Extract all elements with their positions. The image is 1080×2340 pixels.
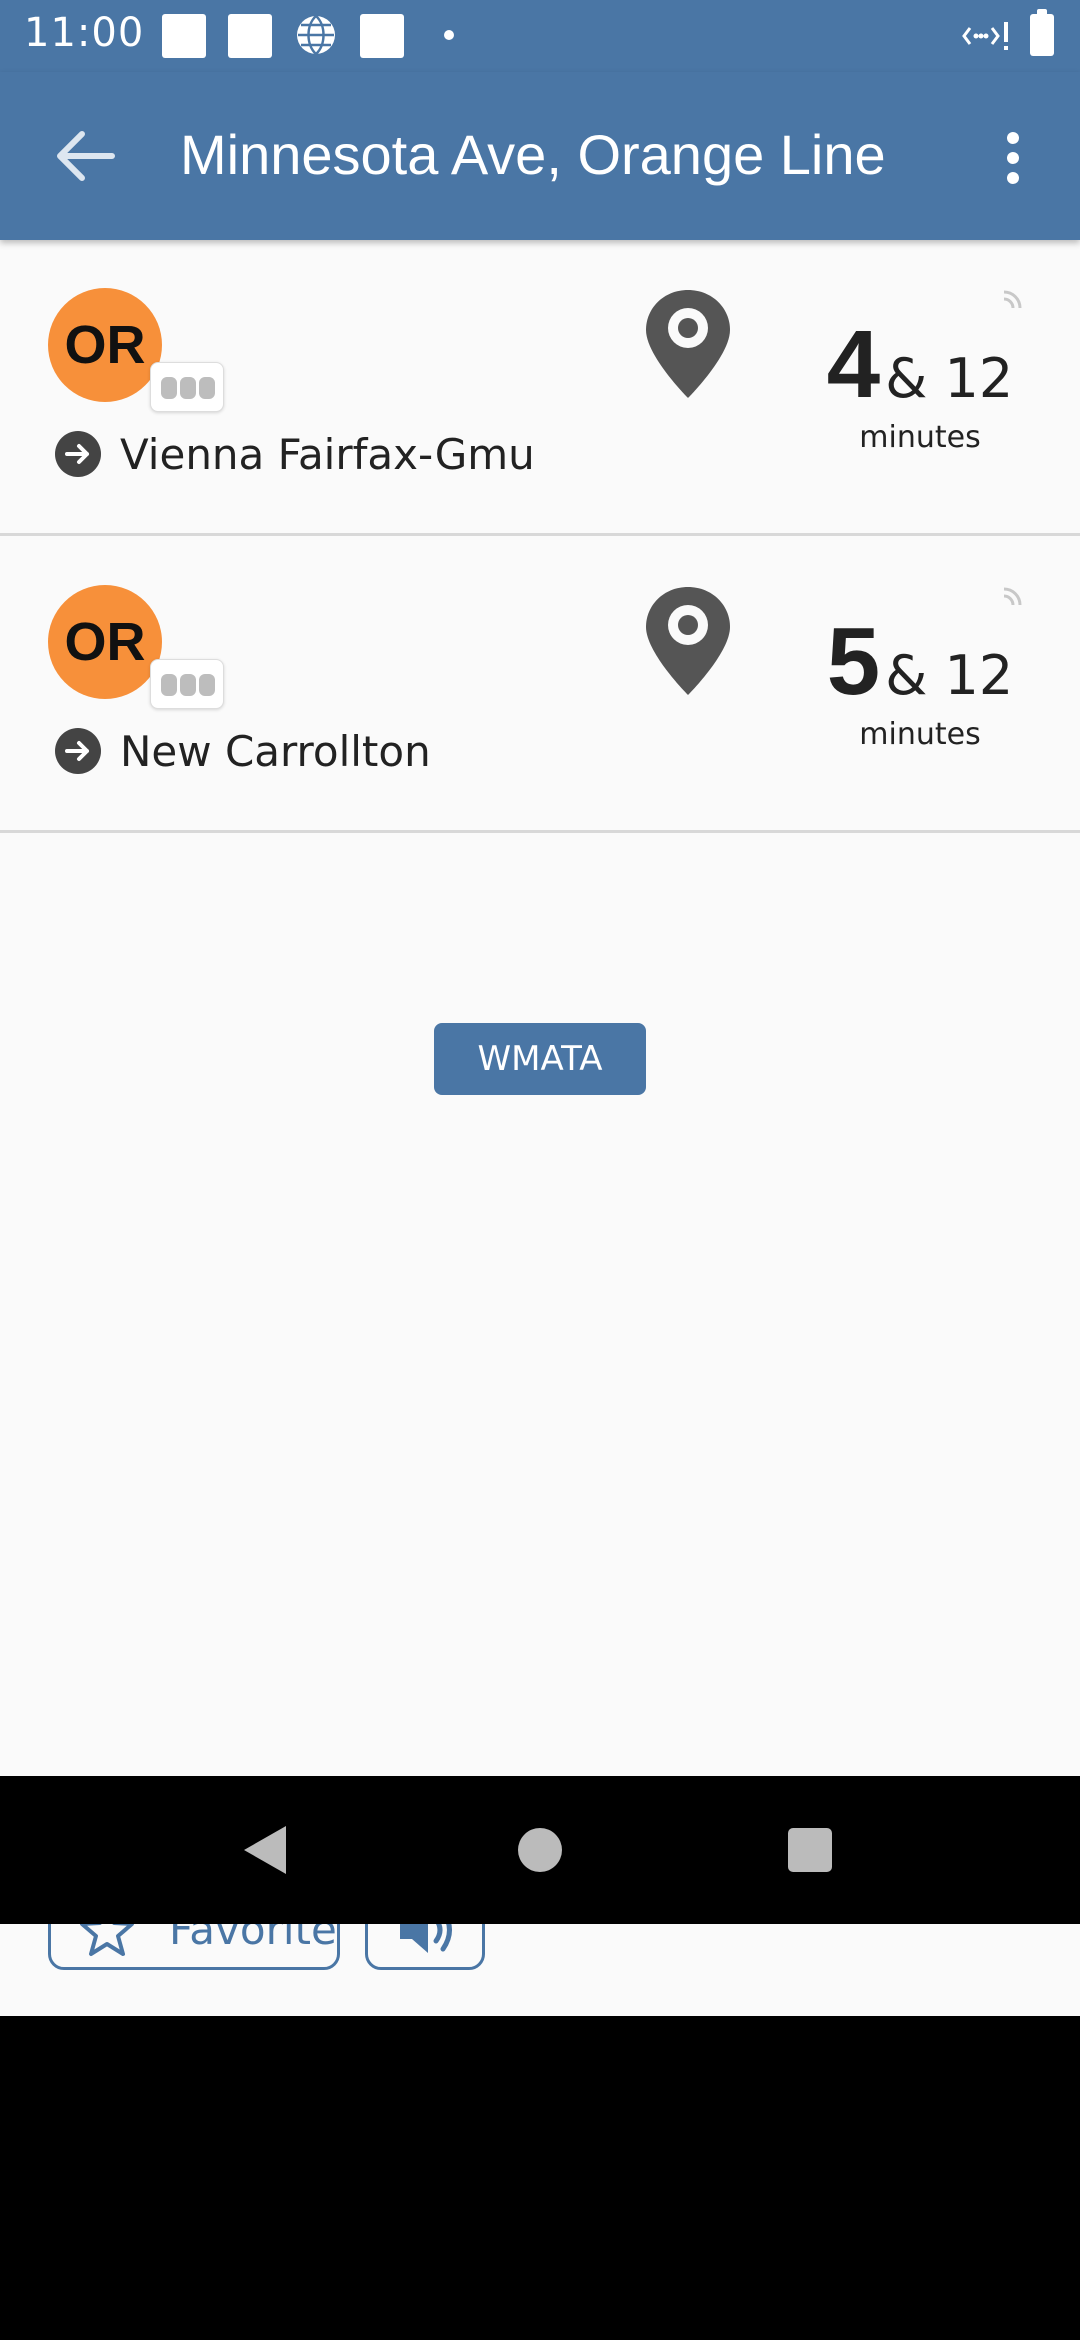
eta-unit: minutes	[859, 717, 981, 752]
overflow-menu-button[interactable]	[998, 126, 1028, 190]
arrivals-content: OR Vienna Fairfax-Gmu 4 & 12 minutes OR	[0, 240, 1080, 2016]
destination-label: Vienna Fairfax-Gmu	[120, 430, 535, 479]
nav-home-icon[interactable]	[518, 1828, 562, 1872]
dot	[1007, 152, 1019, 164]
eta-next-minutes: 4	[826, 311, 881, 418]
eta-display: 5 & 12 minutes	[780, 607, 1060, 752]
status-time: 11:00	[24, 10, 145, 56]
route-badge: OR	[48, 288, 162, 402]
system-nav-bar	[0, 1776, 1080, 1924]
nav-back-icon[interactable]	[240, 1822, 290, 1878]
map-pin-icon[interactable]	[640, 583, 736, 703]
direction-arrow-icon	[55, 431, 101, 477]
page-title: Minnesota Ave, Orange Line	[180, 123, 886, 186]
globe-icon	[297, 15, 335, 55]
direction-arrow-icon	[55, 728, 101, 774]
dot	[1007, 172, 1019, 184]
notification-icon	[162, 14, 206, 58]
eta-unit: minutes	[859, 420, 981, 455]
train-cars-icon	[150, 362, 224, 412]
destination-label: New Carrollton	[120, 727, 431, 776]
realtime-signal-icon	[1003, 290, 1022, 309]
eta-display: 4 & 12 minutes	[780, 310, 1060, 455]
arrival-row[interactable]: OR New Carrollton 5 & 12 minutes	[0, 537, 1080, 833]
more-notifications-dot	[444, 30, 454, 40]
notification-icon	[228, 14, 272, 58]
back-arrow-icon[interactable]	[48, 124, 120, 188]
eta-following: & 12	[885, 347, 1014, 410]
notification-icon	[360, 14, 404, 58]
agency-button[interactable]: WMATA	[434, 1023, 646, 1095]
dot	[1007, 132, 1019, 144]
route-badge: OR	[48, 585, 162, 699]
eta-following: & 12	[885, 644, 1014, 707]
eta-next-minutes: 5	[826, 608, 881, 715]
data-signal-icon	[962, 22, 1008, 50]
nav-recents-icon[interactable]	[788, 1828, 832, 1872]
realtime-signal-icon	[1003, 587, 1022, 606]
arrival-row[interactable]: OR Vienna Fairfax-Gmu 4 & 12 minutes	[0, 240, 1080, 536]
app-bar: Minnesota Ave, Orange Line	[0, 72, 1080, 240]
train-cars-icon	[150, 659, 224, 709]
battery-icon	[1030, 9, 1054, 56]
status-bar: 11:00	[0, 0, 1080, 72]
map-pin-icon[interactable]	[640, 286, 736, 406]
